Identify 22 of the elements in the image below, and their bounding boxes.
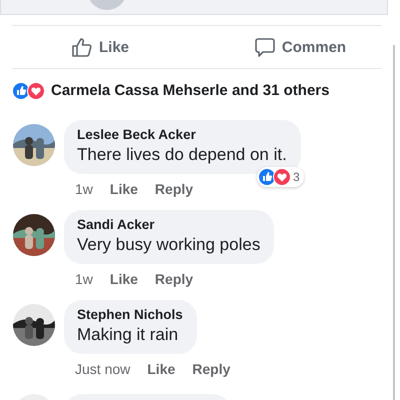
- like-button[interactable]: Like: [0, 26, 200, 68]
- author-name[interactable]: Stephen Nichols: [77, 306, 183, 324]
- reply-link[interactable]: Reply: [192, 360, 230, 382]
- author-name[interactable]: Sandi Acker: [77, 216, 260, 234]
- reaction-badge[interactable]: 3: [257, 167, 304, 187]
- timestamp: 1w: [75, 180, 93, 199]
- reply-link[interactable]: Reply: [154, 270, 194, 292]
- reaction-summary[interactable]: Carmela Cassa Mehserle and 31 others: [51, 82, 330, 99]
- thumbs-up-icon: [70, 36, 93, 58]
- reply-link[interactable]: Reply: [154, 180, 194, 202]
- like-link[interactable]: Like: [110, 270, 138, 292]
- scrollbar[interactable]: [393, 45, 395, 400]
- timestamp: 1w: [75, 270, 93, 289]
- comment-text: Very busy working poles: [77, 234, 260, 256]
- timestamp: Just now: [75, 360, 130, 379]
- like-link[interactable]: Like: [110, 180, 138, 202]
- like-link[interactable]: Like: [147, 360, 176, 382]
- speech-bubble-icon: [254, 36, 276, 58]
- comment-button[interactable]: Commen: [200, 26, 400, 68]
- author-name[interactable]: Leslee Beck Acker: [77, 126, 287, 144]
- comment-text: Making it rain: [77, 324, 180, 346]
- comment-text: There lives do depend on it.: [77, 144, 287, 166]
